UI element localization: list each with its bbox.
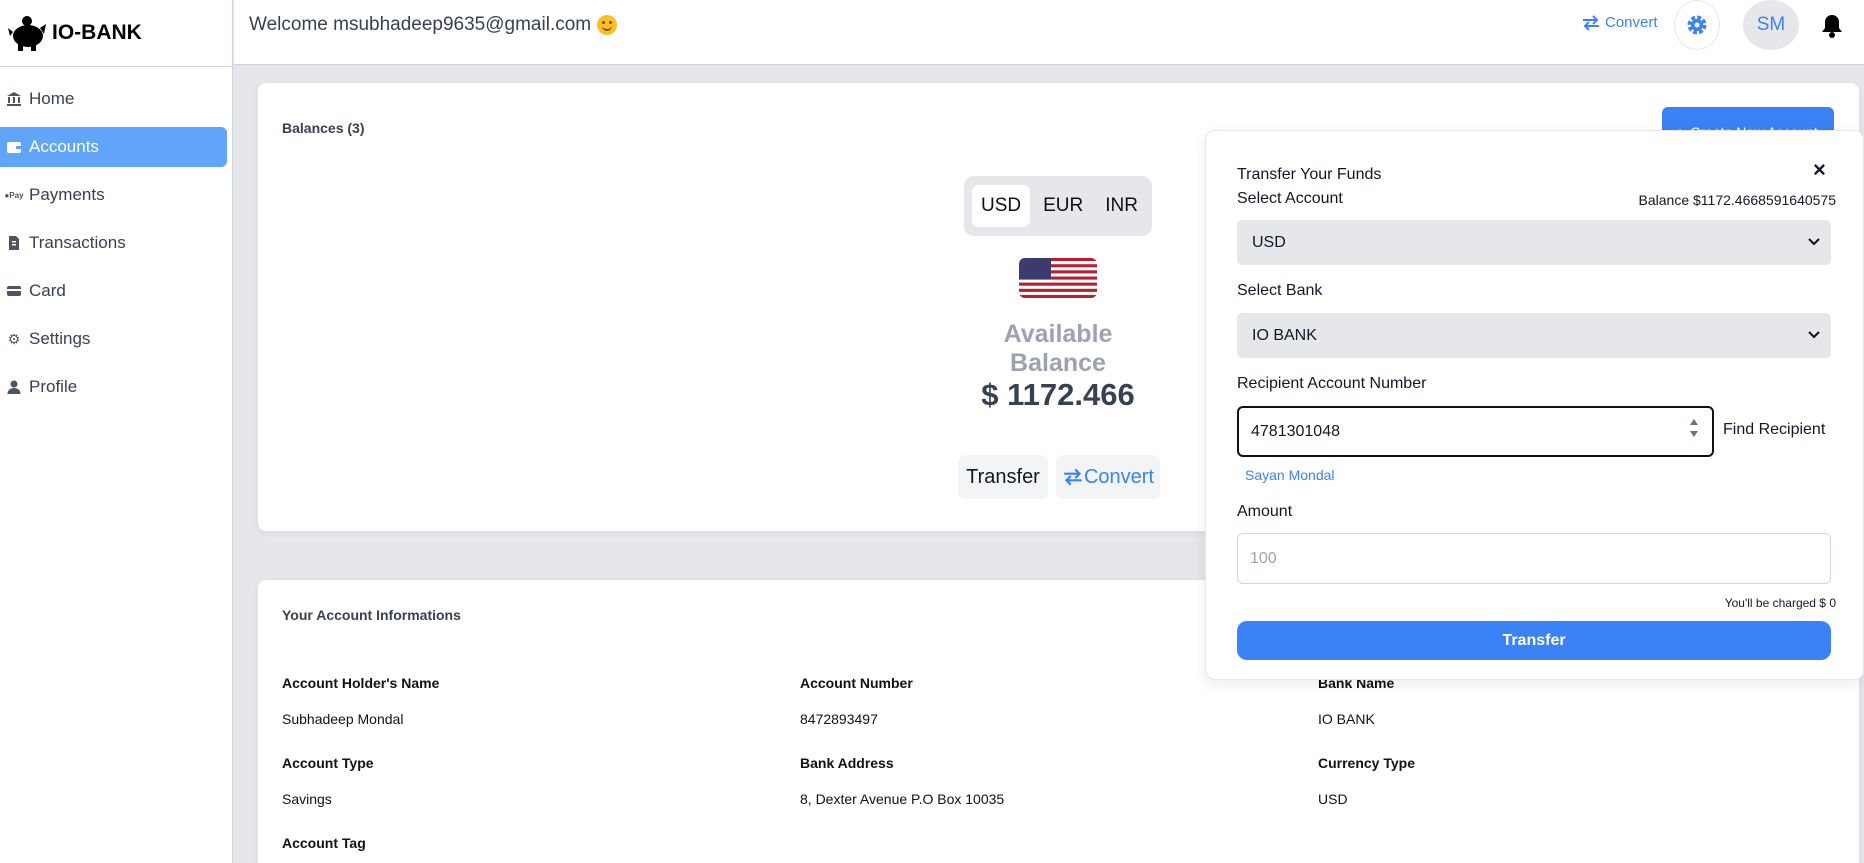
balance-text: Balance $1172.4668591640575 (1638, 192, 1836, 208)
sidebar-nav: Home Accounts ●Pay Payments Transactions… (0, 67, 232, 407)
sidebar-item-label: Profile (29, 377, 78, 396)
account-type-value: Savings (282, 791, 332, 807)
chevron-down-icon (1808, 331, 1820, 339)
brand-name: IO-BANK (52, 21, 142, 44)
charge-text: You'll be charged $ 0 (1724, 596, 1836, 610)
recipient-account-input[interactable]: 4781301048 (1237, 406, 1714, 457)
amount-placeholder: 100 (1250, 549, 1277, 567)
welcome-text: Welcome msubhadeep9635@gmail.com (249, 14, 592, 35)
user-icon (6, 379, 22, 395)
swap-icon (1064, 468, 1082, 486)
bank-address-value: 8, Dexter Avenue P.O Box 10035 (800, 791, 1005, 807)
swap-icon (1583, 14, 1599, 31)
account-info-title: Your Account Informations (282, 607, 461, 623)
number-stepper[interactable] (1689, 418, 1699, 438)
tab-eur[interactable]: EUR (1034, 185, 1092, 227)
holder-name-label: Account Holder's Name (282, 675, 440, 691)
chevron-down-icon (1690, 431, 1698, 437)
holder-name-value: Subhadeep Mondal (282, 711, 404, 727)
sidebar-item-profile[interactable]: Profile (0, 367, 227, 407)
smile-icon (597, 15, 618, 35)
card-icon (6, 283, 22, 299)
transfer-panel: × Transfer Your Funds Select Account Bal… (1205, 130, 1864, 680)
sidebar: IO-BANK Home Accounts ●Pay Payments Tran… (0, 0, 233, 863)
recipient-account-value: 4781301048 (1251, 422, 1340, 440)
amount-input[interactable]: 100 (1237, 533, 1831, 584)
sidebar-item-accounts[interactable]: Accounts (0, 127, 227, 167)
account-select[interactable]: USD (1237, 220, 1831, 265)
welcome-message: Welcome msubhadeep9635@gmail.com (249, 14, 618, 36)
select-account-label: Select Account (1237, 190, 1343, 207)
available-balance-value: $ 1172.466 (981, 377, 1135, 412)
currency-tabs: USD EUR INR (964, 176, 1152, 236)
bank-address-label: Bank Address (800, 755, 894, 771)
receipt-icon (6, 235, 22, 251)
bank-select-value: IO BANK (1252, 326, 1317, 344)
sidebar-item-label: Accounts (29, 137, 99, 156)
header-convert-link[interactable]: Convert (1581, 14, 1658, 31)
logo[interactable]: IO-BANK (0, 0, 232, 67)
piggy-bank-icon (8, 16, 46, 51)
sidebar-item-label: Transactions (29, 233, 126, 252)
sidebar-item-label: Home (29, 89, 75, 108)
recipient-name: Sayan Mondal (1245, 467, 1335, 483)
gear-icon: ⚙ (7, 330, 21, 347)
tab-usd[interactable]: USD (972, 185, 1031, 227)
transfer-button[interactable]: Transfer (958, 455, 1048, 499)
account-select-value: USD (1252, 233, 1286, 251)
top-header: Welcome msubhadeep9635@gmail.com Convert… (234, 0, 1864, 65)
balances-title: Balances (3) (282, 120, 365, 136)
bank-select[interactable]: IO BANK (1237, 313, 1831, 358)
gear-icon (1687, 15, 1707, 35)
recipient-label: Recipient Account Number (1237, 375, 1427, 392)
convert-button[interactable]: Convert (1056, 455, 1160, 499)
header-convert-label: Convert (1605, 14, 1658, 31)
bank-name-value: IO BANK (1318, 711, 1375, 727)
available-balance-label: Available Balance (1003, 320, 1113, 377)
settings-button[interactable] (1674, 0, 1720, 50)
sidebar-item-label: Payments (29, 185, 105, 204)
avatar[interactable]: SM (1743, 0, 1799, 50)
bell-icon[interactable] (1821, 13, 1843, 44)
chevron-up-icon (1690, 419, 1698, 425)
pay-icon: ●Pay (4, 190, 24, 200)
amount-label: Amount (1237, 503, 1293, 520)
currency-type-label: Currency Type (1318, 755, 1415, 771)
sidebar-item-settings[interactable]: ⚙ Settings (0, 319, 227, 359)
sidebar-item-label: Card (29, 281, 66, 300)
account-type-label: Account Type (282, 755, 374, 771)
account-tag-label: Account Tag (282, 835, 366, 851)
sidebar-item-transactions[interactable]: Transactions (0, 223, 227, 263)
chevron-down-icon (1808, 238, 1820, 246)
us-flag-icon (1019, 258, 1097, 298)
bank-icon (6, 91, 22, 107)
close-icon[interactable]: × (1813, 157, 1826, 183)
wallet-icon (6, 139, 22, 155)
account-number-value: 8472893497 (800, 711, 878, 727)
transfer-submit-button[interactable]: Transfer (1237, 621, 1831, 660)
account-number-label: Account Number (800, 675, 913, 691)
sidebar-item-card[interactable]: Card (0, 271, 227, 311)
sidebar-item-home[interactable]: Home (0, 79, 227, 119)
find-recipient-button[interactable]: Find Recipient (1723, 421, 1825, 439)
transfer-title: Transfer Your Funds (1237, 166, 1382, 183)
tab-inr[interactable]: INR (1096, 185, 1147, 227)
sidebar-item-payments[interactable]: ●Pay Payments (0, 175, 227, 215)
convert-label: Convert (1083, 465, 1155, 488)
select-bank-label: Select Bank (1237, 282, 1323, 299)
currency-type-value: USD (1318, 791, 1348, 807)
sidebar-item-label: Settings (29, 329, 91, 348)
